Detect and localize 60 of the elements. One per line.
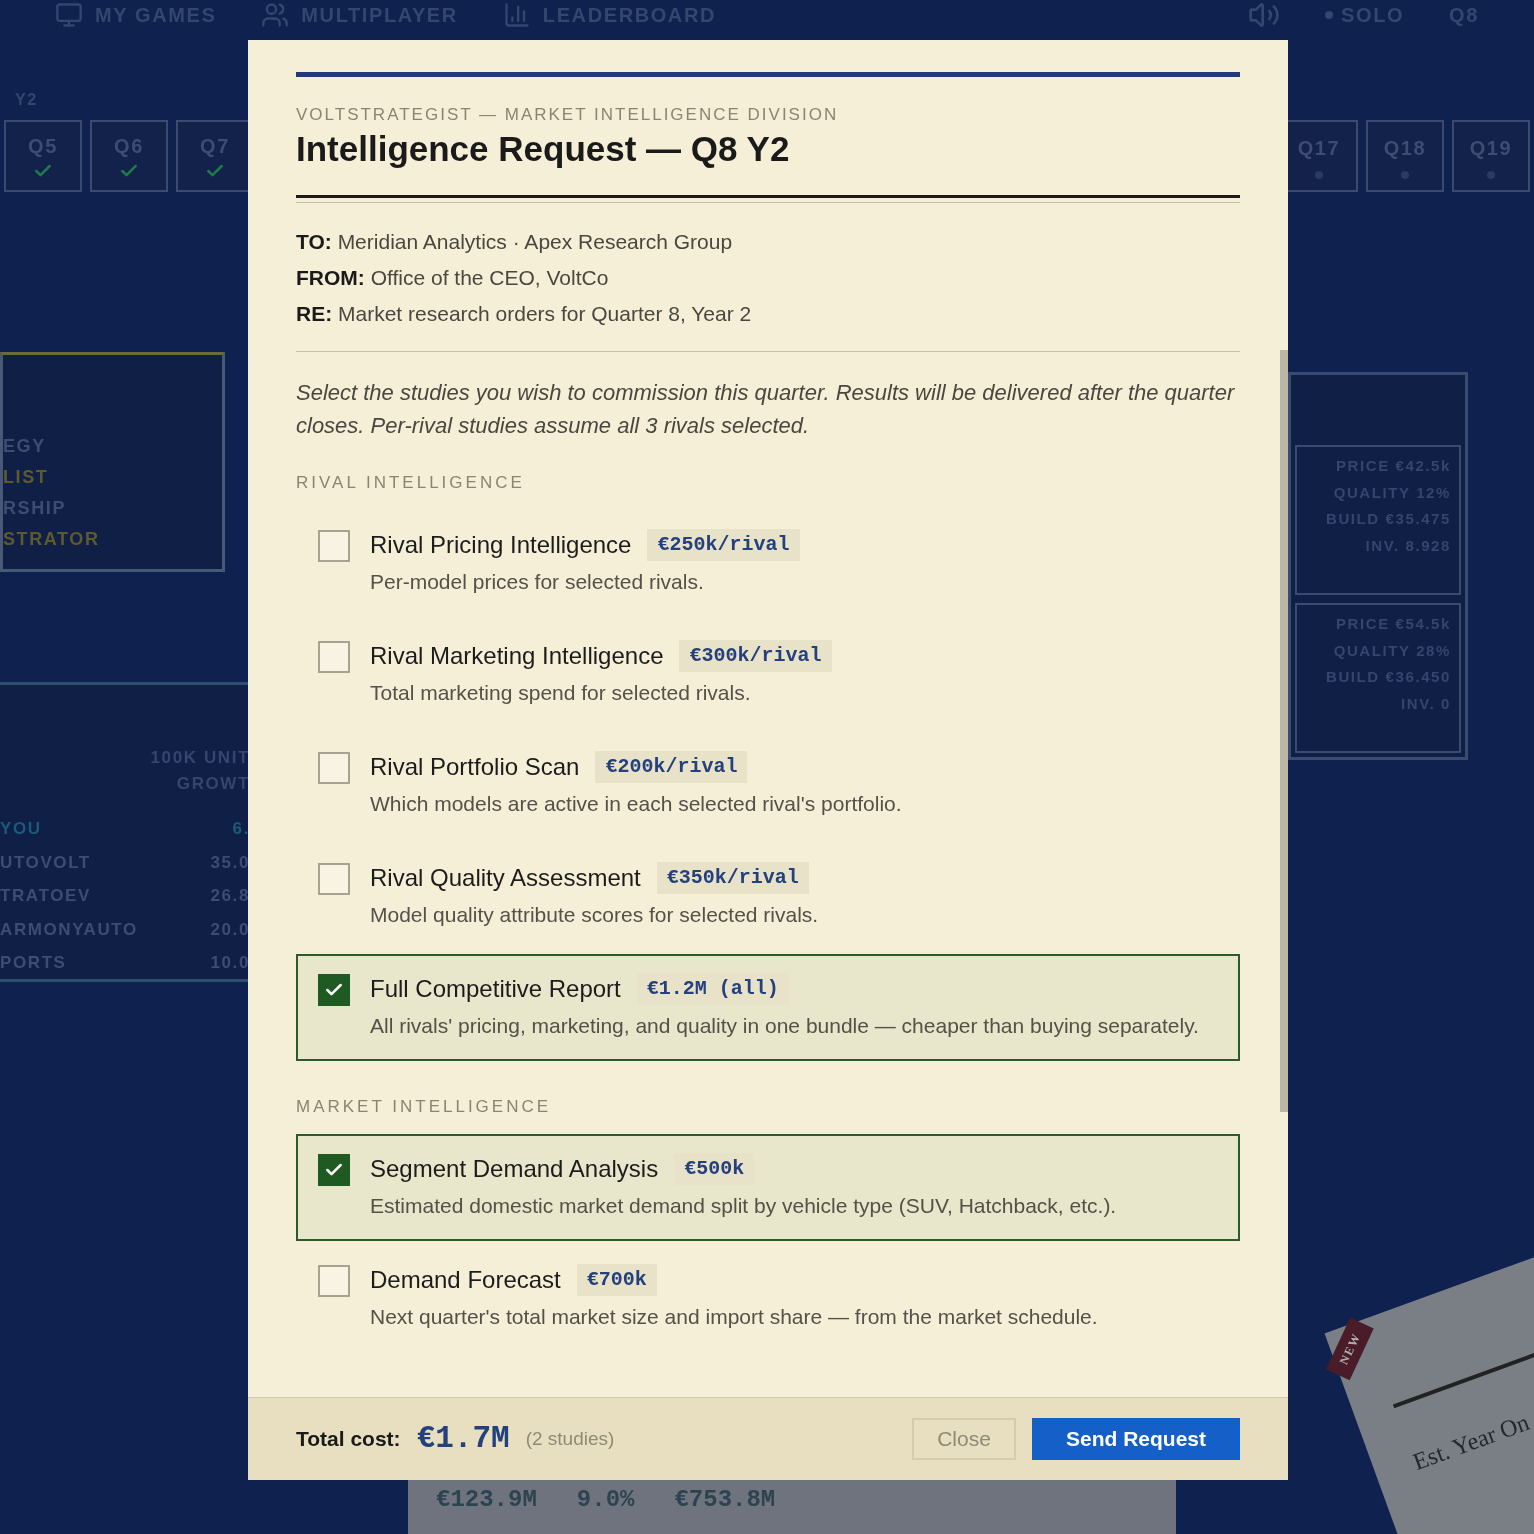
chart-icon [502, 1, 531, 29]
checkbox[interactable] [318, 974, 350, 1006]
total-label: Total cost: [296, 1426, 401, 1453]
memo-line: RE: Market research orders for Quarter 8, Year 2 [296, 301, 753, 327]
study-title: Rival Marketing Intelligence [370, 641, 664, 671]
study-description: Which models are active in each selected rival's portfolio. [370, 791, 902, 817]
price-tag: €350k/rival [656, 862, 809, 894]
study-title: Full Competitive Report [370, 974, 621, 1004]
stat-value: €753.8M [674, 1485, 776, 1515]
study-description: All rivals' pricing, marketing, and quality in one bundle — cheaper than buying separately. [370, 1013, 1199, 1039]
intro-text: Select the studies you wish to commission this quarter. Results will be delivered after the quarter closes. Per-rival studies assume all 3 rivals selected. [296, 379, 1236, 440]
checkbox[interactable] [318, 1154, 350, 1186]
checkbox[interactable] [318, 863, 350, 895]
division-label: VOLTSTRATEGIST — MARKET INTELLIGENCE DIVISION [296, 105, 840, 125]
checkbox[interactable] [318, 1265, 350, 1297]
study-title: Rival Portfolio Scan [370, 752, 580, 782]
new-ribbon: NEW [1326, 1317, 1374, 1381]
memo-line: FROM: Office of the CEO, VoltCo [296, 265, 610, 291]
study-count: (2 studies) [525, 1426, 615, 1451]
memo-line: TO: Meridian Analytics · Apex Research Group [296, 229, 734, 255]
monitor-icon [55, 1, 83, 29]
study-title: Rival Quality Assessment [370, 863, 641, 893]
news-text: Est. Year On [1408, 1407, 1534, 1477]
price-tag: €250k/rival [647, 529, 800, 561]
study-option[interactable]: Segment Demand Analysis €500k Estimated domestic market demand split by vehicle type (SUV, Hatchback, etc.). [296, 1134, 1240, 1241]
price-tag: €300k/rival [679, 640, 832, 672]
price-tag: €200k/rival [595, 751, 748, 783]
study-description: Model quality attribute scores for selected rivals. [370, 902, 819, 928]
price-tag: €500k [674, 1153, 755, 1185]
table-cell-text: 6. [232, 818, 250, 840]
study-title: Demand Forecast [370, 1265, 561, 1295]
study-option[interactable]: Demand Forecast €700k Next quarter's total market size and import share — from the market schedule. [296, 1245, 1240, 1352]
price-tag: €700k [576, 1264, 657, 1296]
table-cell-text: YOU [0, 818, 42, 840]
dialog-title: Intelligence Request — Q8 Y2 [296, 129, 791, 169]
section-label: MARKET INTELLIGENCE [296, 1097, 553, 1117]
users-icon [261, 1, 290, 29]
stat-value: €123.9M [436, 1485, 537, 1515]
scrollbar[interactable] [1280, 350, 1288, 1112]
study-title: Rival Pricing Intelligence [370, 530, 632, 560]
study-option[interactable]: Full Competitive Report €1.2M (all) All rivals' pricing, marketing, and quality in one bundle — cheaper than buying separately. [296, 954, 1240, 1061]
study-option[interactable]: Rival Quality Assessment €350k/rival Model quality attribute scores for selected rivals. [296, 843, 1240, 950]
study-description: Estimated domestic market demand split by vehicle type (SUV, Hatchback, etc.). [370, 1193, 1117, 1219]
study-option[interactable]: Rival Marketing Intelligence €300k/rival Total marketing spend for selected rivals. [296, 621, 1240, 728]
checkbox[interactable] [318, 752, 350, 784]
checkbox[interactable] [318, 530, 350, 562]
study-option[interactable]: Rival Portfolio Scan €200k/rival Which models are active in each selected rival's portfolio. [296, 732, 1240, 839]
price-tag: €1.2M (all) [636, 973, 789, 1005]
section-label: RIVAL INTELLIGENCE [296, 473, 526, 493]
study-description: Per-model prices for selected rivals. [370, 569, 705, 595]
total-value: €1.7M [416, 1419, 510, 1458]
checkbox[interactable] [318, 641, 350, 673]
study-description: Next quarter's total market size and import share — from the market schedule. [370, 1304, 1098, 1330]
profile-text: STRATOR [3, 528, 101, 551]
profile-text: LIST [3, 466, 50, 489]
study-description: Total marketing spend for selected rivals. [370, 680, 752, 706]
send-request-button[interactable]: Send Request [1032, 1418, 1240, 1460]
study-title: Segment Demand Analysis [370, 1154, 659, 1184]
stat-value: 9.0% [576, 1485, 635, 1515]
study-option[interactable]: Rival Pricing Intelligence €250k/rival Per-model prices for selected rivals. [296, 510, 1240, 617]
